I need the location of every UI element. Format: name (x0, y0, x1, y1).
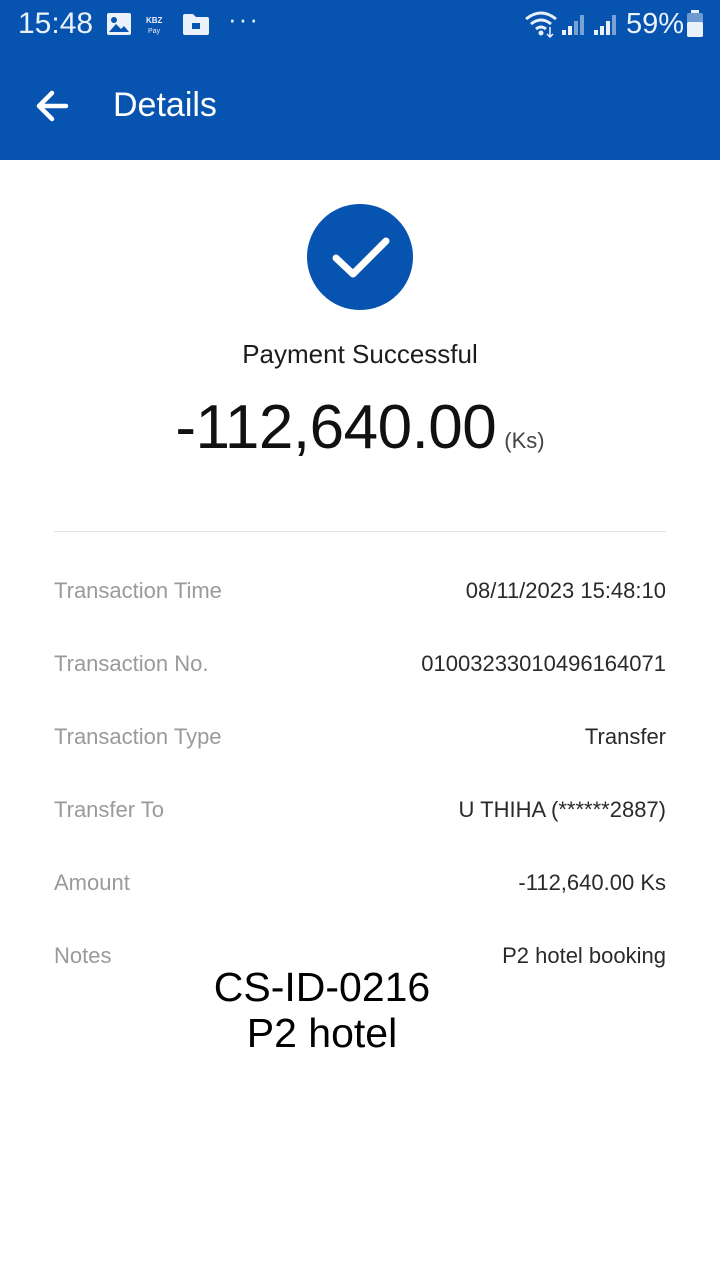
app-bar: Details (0, 52, 720, 160)
battery-percent: 59% (626, 8, 685, 40)
overlay-annotation: CS-ID-0216 P2 hotel (160, 964, 484, 1056)
folder-icon (182, 12, 210, 41)
status-time: 15:48 (18, 7, 94, 40)
detail-label: Transfer To (54, 797, 165, 822)
detail-label: Transaction Type (54, 724, 222, 749)
success-check-icon (307, 204, 413, 310)
detail-row-amount: Amount -112,640.00 Ks (54, 863, 666, 903)
amount-unit: (Ks) (504, 428, 545, 453)
svg-text:Pay: Pay (148, 28, 161, 35)
detail-row-transaction-no: Transaction No. 01003233010496164071 (54, 644, 666, 684)
amount-display: -112,640.00 (Ks) (0, 392, 720, 464)
detail-row-transfer-to: Transfer To U THIHA (******2887) (54, 790, 666, 830)
arrow-left-icon (30, 90, 82, 134)
overlay-line-2: P2 hotel (246, 1010, 398, 1056)
overlay-line-1: CS-ID-0216 (213, 964, 431, 1010)
payment-status: Payment Successful (242, 339, 478, 369)
detail-label: Transaction Time (54, 578, 222, 603)
image-icon (106, 12, 132, 41)
divider (54, 531, 666, 532)
amount-value: -112,640.00 (175, 393, 497, 462)
detail-value: Transfer (584, 724, 666, 749)
detail-value: U THIHA (******2887) (458, 797, 666, 822)
detail-row-transaction-time: Transaction Time 08/11/2023 15:48:10 (54, 571, 666, 611)
detail-value: 01003233010496164071 (421, 651, 666, 676)
signal-icon-1 (560, 12, 586, 41)
detail-row-transaction-type: Transaction Type Transfer (54, 717, 666, 757)
detail-value: P2 hotel booking (502, 943, 666, 968)
more-notifications-icon: ··· (228, 4, 260, 34)
detail-label: Notes (54, 943, 112, 968)
kbzpay-icon: KBZ Pay (144, 14, 170, 41)
back-button[interactable] (30, 82, 82, 130)
detail-value: 08/11/2023 15:48:10 (465, 578, 666, 603)
status-bar: 15:48 KBZ Pay ··· 59% (0, 0, 720, 52)
detail-label: Amount (54, 870, 130, 895)
battery-icon (686, 10, 704, 43)
wifi-icon (524, 10, 558, 43)
page-title: Details (113, 86, 217, 124)
signal-icon-2 (592, 12, 618, 41)
detail-value: -112,640.00 Ks (518, 870, 666, 895)
svg-text:KBZ: KBZ (146, 16, 163, 25)
detail-label: Transaction No. (54, 651, 209, 676)
